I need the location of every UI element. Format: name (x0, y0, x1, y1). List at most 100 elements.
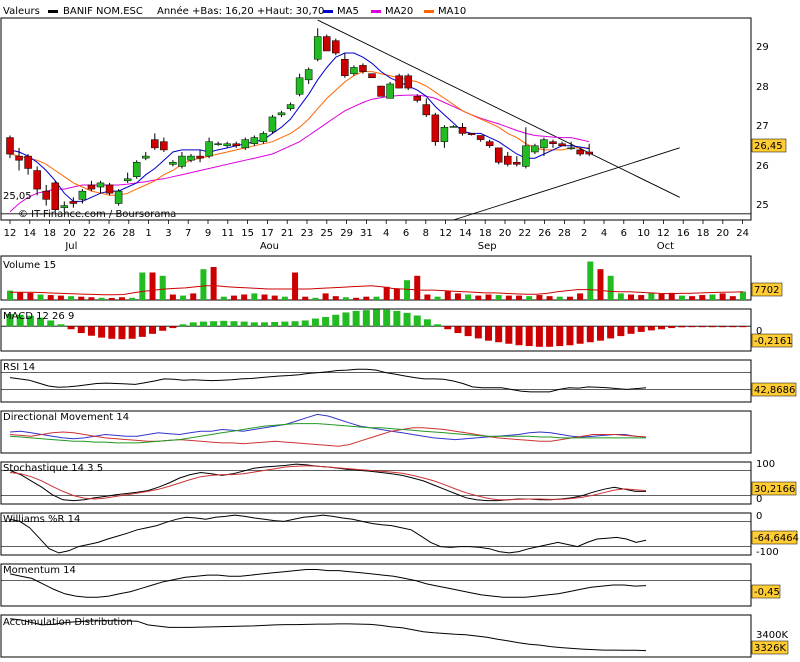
volume-bar (526, 296, 533, 300)
macd-bar (342, 312, 350, 327)
macd-bar (57, 324, 65, 327)
candle-body (313, 36, 322, 60)
macd-bar (271, 321, 279, 327)
volume-bar (68, 296, 75, 300)
x-tick-label: 15 (241, 228, 254, 239)
x-tick-label: 31 (360, 228, 373, 239)
candle-body (359, 65, 367, 72)
macd-bar (637, 326, 645, 332)
legend-label-ma20: MA20 (385, 6, 413, 17)
x-tick-label: 21 (281, 228, 294, 239)
panel-frame-williams (0, 512, 752, 556)
williams-line (9, 514, 647, 554)
volume-bar (424, 294, 431, 300)
volume-bar (444, 291, 451, 300)
macd-bar (739, 326, 747, 328)
volume-bar (281, 296, 288, 300)
macd-bar (668, 326, 676, 329)
macd-bar (627, 326, 635, 334)
macd-bar (77, 326, 85, 334)
volume-bar (719, 293, 726, 300)
candle-body (332, 40, 340, 54)
macd-bar (98, 326, 106, 338)
candle-body (540, 139, 548, 149)
last-price-value: 26,45 (754, 141, 783, 152)
candle-body (69, 201, 78, 204)
x-tick-label: 22 (83, 228, 96, 239)
x-tick-label: 2 (581, 228, 587, 239)
volume-bar (699, 295, 706, 300)
volume-bar (271, 295, 278, 300)
volume-bar (648, 292, 655, 300)
x-tick-label: 16 (677, 228, 690, 239)
macd-bar (291, 321, 299, 327)
chart-window: Valeurs BANIF NOM.ESC Année +Bas: 16,20 … (0, 0, 800, 658)
volume-bar (302, 296, 309, 300)
candle-body (132, 162, 141, 177)
macd-bar (352, 310, 360, 327)
candle-body (42, 190, 50, 200)
candle-body (250, 137, 259, 144)
macd-bar (698, 326, 706, 328)
candle-body (404, 75, 412, 89)
legend-label-ma10: MA10 (438, 6, 466, 17)
x-tick-label: 18 (43, 228, 56, 239)
macd-bar (301, 320, 309, 327)
x-tick-label: 6 (621, 228, 627, 239)
price-tick-28: 28 (756, 82, 769, 93)
plot-layer (6, 19, 747, 652)
x-tick-label: 14 (23, 228, 36, 239)
candle-body (15, 155, 23, 161)
macd-bar (719, 326, 727, 328)
trendline-0 (317, 19, 680, 198)
macd-bar (230, 321, 238, 327)
x-axis: 12 14 18 20 22 26 28 1 3 7 9 11 15 17 21 23 25 29 31 4 6 8 12 1… (4, 220, 749, 252)
volume-ma-line (10, 285, 744, 296)
candle-body (449, 126, 458, 128)
volume-bar (169, 294, 176, 300)
macd-bar (708, 326, 716, 328)
x-tick-label: 8 (423, 228, 429, 239)
volume-bar (292, 272, 299, 300)
momentum-value: -0,45 (754, 587, 780, 598)
volume-bar (505, 295, 512, 300)
volume-bar (353, 297, 360, 300)
volume-bar (342, 297, 349, 300)
volume-bar (414, 275, 421, 300)
candle-body (268, 116, 277, 132)
candle-body (6, 137, 14, 155)
macd-bar (464, 326, 472, 337)
candle-body (178, 155, 186, 167)
legend-label-ma5: MA5 (337, 6, 359, 17)
x-tick-label: 12 (439, 228, 452, 239)
candle-body (368, 73, 376, 79)
ad-value: 3326K (754, 643, 786, 654)
macd-bar (566, 326, 574, 346)
macd-bar (688, 326, 696, 328)
macd-bar (474, 326, 482, 339)
month-label: Aou (260, 241, 279, 252)
candle-body (558, 143, 566, 147)
candle-body (151, 139, 159, 149)
volume-bar (230, 295, 237, 300)
volume-bar (118, 297, 125, 300)
volume-bar (88, 297, 95, 300)
x-tick-label: 4 (383, 228, 389, 239)
volume-bar (27, 292, 34, 300)
macd-bar (535, 326, 543, 347)
macd-bar (383, 309, 391, 327)
volume-bar (322, 293, 329, 300)
volume-bar (658, 293, 665, 300)
macd-bar (576, 326, 584, 344)
macd-bar (118, 326, 126, 340)
candle-body (78, 190, 87, 200)
x-tick-label: 23 (301, 228, 314, 239)
candle-body (531, 145, 539, 153)
volume-bar (108, 298, 115, 300)
macd-bar (220, 320, 228, 327)
volume-bar (241, 294, 248, 300)
volume-title: Volume 15 (3, 260, 56, 271)
volume-bar (475, 295, 482, 300)
legend-swatch-ma10 (424, 10, 434, 13)
macd-bar (108, 326, 116, 339)
